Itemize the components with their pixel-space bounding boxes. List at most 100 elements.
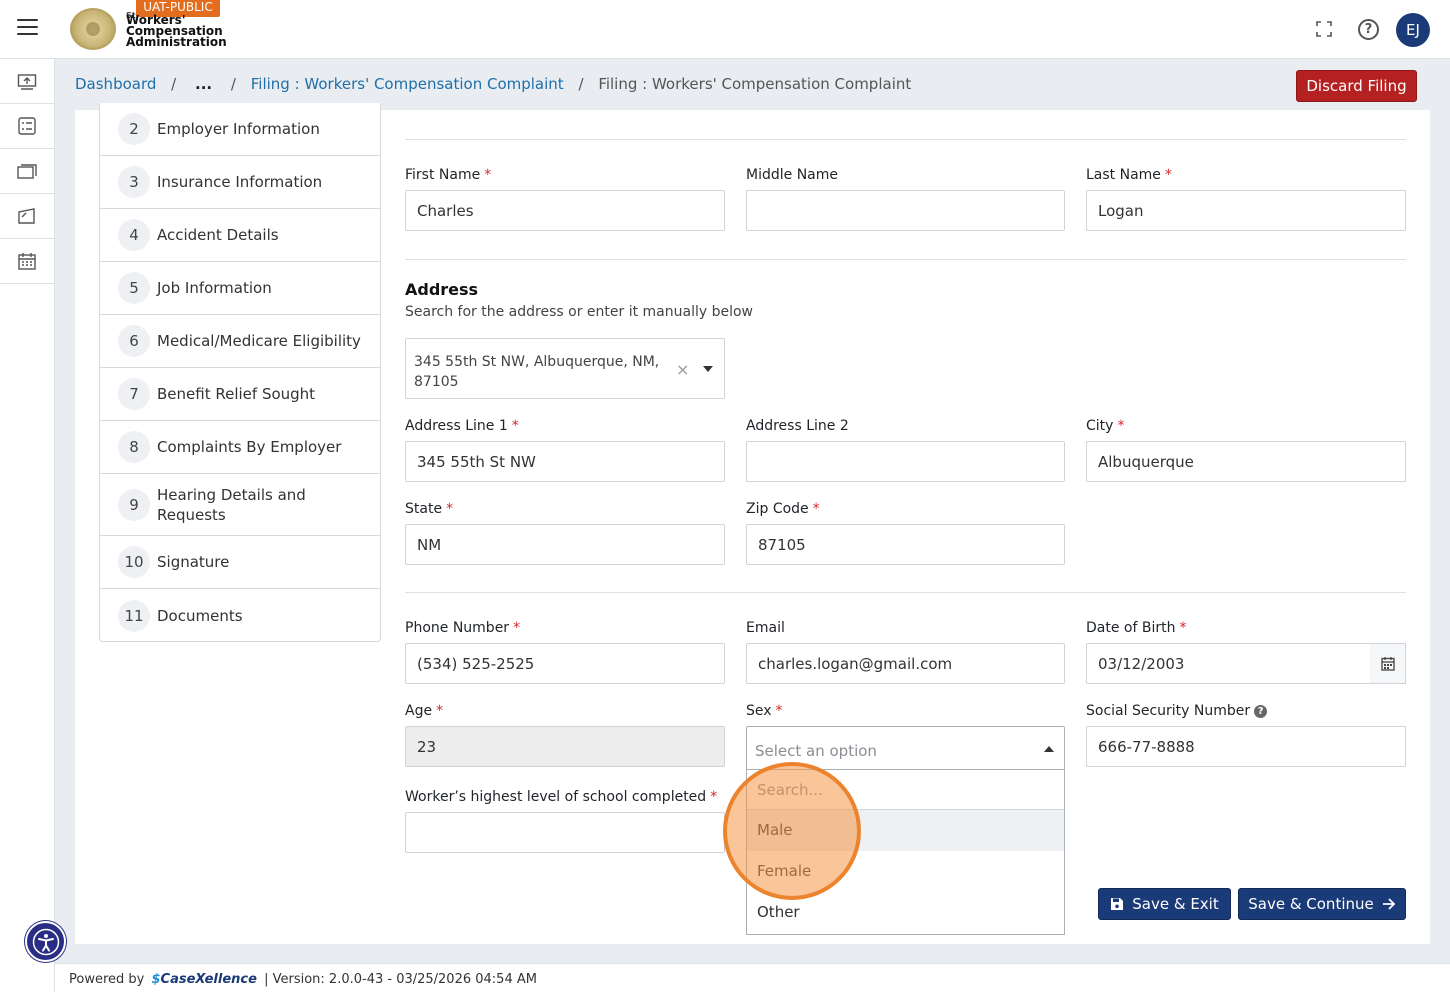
address-search-select[interactable]: 345 55th St NW, Albuquerque, NM, 87105 × (405, 338, 725, 399)
step-list: 2 Employer Information 3 Insurance Informa… (99, 103, 381, 642)
option-male[interactable]: Male (747, 810, 1064, 851)
info-icon[interactable]: ? (1254, 705, 1268, 718)
required-marker: * (513, 620, 521, 636)
label-text: First Name (405, 167, 481, 183)
step-item[interactable]: 3 Insurance Information (100, 156, 380, 209)
address-line-1-field[interactable] (405, 441, 725, 482)
address-line-2-label: Address Line 2 (746, 418, 849, 434)
breadcrumb-separator: / (171, 75, 177, 93)
step-item[interactable]: 8 Complaints By Employer (100, 421, 380, 474)
rail-upload[interactable] (0, 59, 54, 104)
menu-icon[interactable] (17, 19, 38, 37)
fullscreen-icon[interactable] (1316, 21, 1332, 37)
school-level-label: Worker’s highest level of school complet… (405, 789, 717, 805)
label-text: Age (405, 703, 433, 719)
breadcrumb-dashboard[interactable]: Dashboard (75, 75, 156, 93)
required-marker: * (1117, 418, 1125, 434)
step-number: 3 (118, 166, 150, 198)
step-item[interactable]: 10 Signature (100, 536, 380, 589)
button-label: Save & Exit (1132, 895, 1219, 913)
last-name-field[interactable] (1086, 190, 1406, 231)
step-item[interactable]: 4 Accident Details (100, 209, 380, 262)
chevron-up-icon[interactable] (1044, 746, 1054, 752)
step-label: Insurance Information (157, 173, 323, 191)
first-name-label: First Name * (405, 167, 491, 183)
option-female[interactable]: Female (747, 851, 1064, 892)
document-icon (18, 208, 35, 224)
top-header: UAT-PUBLIC St Workers' Compensation Admi… (0, 0, 1450, 59)
required-marker: * (1179, 620, 1187, 636)
city-field[interactable] (1086, 441, 1406, 482)
step-number: 9 (118, 488, 150, 521)
address-section-title: Address (405, 280, 479, 299)
sex-label: Sex * (746, 703, 783, 719)
date-picker-button[interactable] (1370, 643, 1406, 684)
age-label: Age * (405, 703, 443, 719)
step-number: 5 (118, 272, 150, 304)
rail-checklist[interactable] (0, 104, 54, 149)
save-exit-button[interactable]: Save & Exit (1098, 888, 1231, 920)
breadcrumb-ellipsis[interactable]: ... (195, 75, 212, 93)
label-text: Date of Birth (1086, 620, 1176, 636)
last-name-label: Last Name * (1086, 167, 1172, 183)
calendar-icon (1380, 657, 1395, 671)
upload-icon (17, 74, 37, 90)
required-marker: * (511, 418, 519, 434)
step-label: Medical/Medicare Eligibility (157, 332, 361, 350)
breadcrumb-filing-link[interactable]: Filing : Workers' Compensation Complaint (251, 75, 564, 93)
discard-filing-button[interactable]: Discard Filing (1296, 70, 1417, 102)
label-text: State (405, 501, 443, 517)
footer-separator: | (264, 972, 269, 987)
step-item[interactable]: 11 Documents (100, 589, 380, 642)
option-other[interactable]: Other (747, 892, 1064, 933)
address-line-2-field[interactable] (746, 441, 1065, 482)
rail-document[interactable] (0, 194, 54, 239)
required-marker: * (446, 501, 454, 517)
save-continue-button[interactable]: Save & Continue (1238, 888, 1406, 920)
sex-select-placeholder: Select an option (755, 742, 877, 760)
rail-calendar[interactable] (0, 239, 54, 284)
clear-icon[interactable]: × (676, 360, 689, 379)
phone-number-field[interactable] (405, 643, 725, 684)
zip-code-label: Zip Code * (746, 501, 820, 517)
step-label: Job Information (157, 279, 272, 297)
help-icon[interactable]: ? (1358, 19, 1379, 40)
step-item[interactable]: 5 Job Information (100, 262, 380, 315)
middle-name-field[interactable] (746, 190, 1065, 231)
step-item[interactable]: 6 Medical/Medicare Eligibility (100, 315, 380, 368)
city-label: City * (1086, 418, 1124, 434)
step-number: 8 (118, 431, 150, 463)
state-field[interactable] (405, 524, 725, 565)
first-name-field[interactable] (405, 190, 725, 231)
brand-name: CaseXellence (160, 972, 257, 987)
dropdown-search-input[interactable] (751, 774, 1060, 806)
breadcrumb-separator: / (578, 75, 584, 93)
school-level-select[interactable] (405, 812, 725, 853)
step-item[interactable]: 2 Employer Information (100, 103, 380, 156)
label-text: City (1086, 418, 1114, 434)
accessibility-widget-button[interactable] (25, 921, 66, 962)
date-of-birth-label: Date of Birth * (1086, 620, 1186, 636)
step-number: 6 (118, 325, 150, 357)
required-marker: * (1164, 167, 1172, 183)
floppy-disk-icon (1111, 898, 1124, 910)
step-item[interactable]: 9 Hearing Details and Requests (100, 474, 380, 536)
breadcrumb-separator: / (230, 75, 236, 93)
sex-select[interactable]: Select an option (746, 726, 1065, 770)
label-text: Phone Number (405, 620, 510, 636)
step-item[interactable]: 7 Benefit Relief Sought (100, 368, 380, 421)
dropdown-search (747, 770, 1064, 810)
footer-text: Powered by $CaseXellence | Version: 2.0.… (69, 972, 537, 987)
required-marker: * (775, 703, 783, 719)
zip-code-field[interactable] (746, 524, 1065, 565)
date-of-birth-field[interactable] (1086, 643, 1371, 684)
email-field[interactable] (746, 643, 1065, 684)
agency-logo-text: Workers' Compensation Administration (126, 14, 227, 48)
briefcase-icon (17, 164, 37, 179)
chevron-down-icon[interactable] (703, 366, 713, 372)
step-label: Accident Details (157, 226, 279, 244)
ssn-field[interactable] (1086, 726, 1406, 767)
user-avatar[interactable]: EJ (1396, 13, 1430, 47)
step-number: 7 (118, 378, 150, 410)
rail-briefcase[interactable] (0, 149, 54, 194)
